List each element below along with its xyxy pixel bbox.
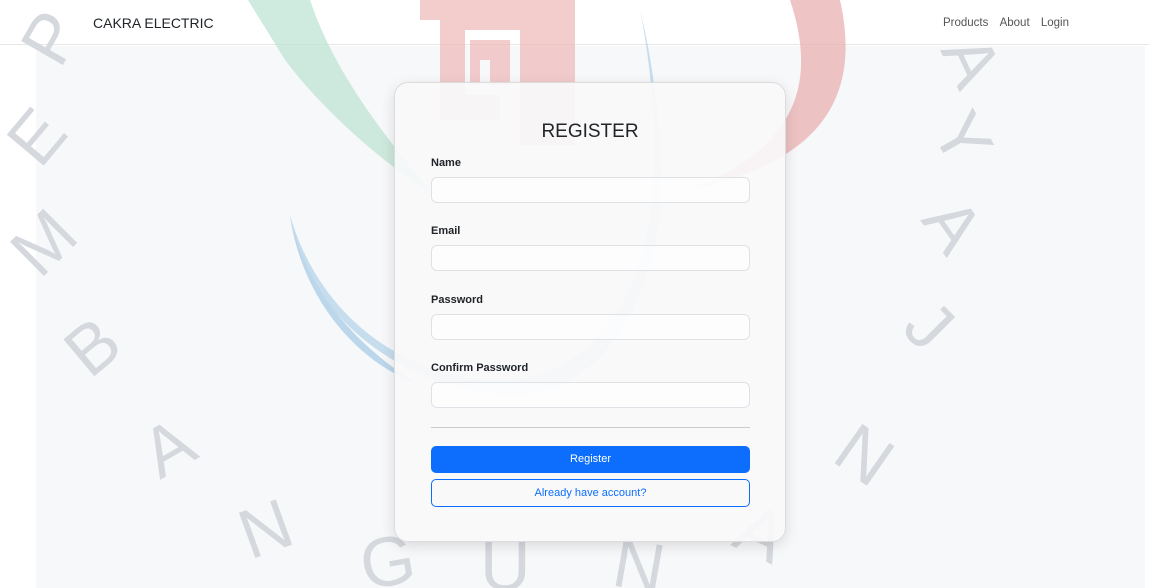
confirm-password-input[interactable] bbox=[431, 382, 750, 408]
page-title: REGISTER bbox=[541, 121, 639, 142]
register-card: REGISTER Name Email Password Confirm Pas… bbox=[394, 82, 786, 542]
nav-products-link[interactable]: Products bbox=[943, 17, 988, 29]
email-input[interactable] bbox=[431, 245, 750, 271]
nav-login-link[interactable]: Login bbox=[1041, 17, 1069, 29]
confirm-password-label: Confirm Password bbox=[431, 362, 529, 374]
already-have-account-button[interactable]: Already have account? bbox=[431, 479, 750, 507]
register-button[interactable]: Register bbox=[431, 446, 750, 473]
nav-links: Products About Login bbox=[935, 17, 1069, 29]
password-label: Password bbox=[431, 294, 483, 306]
name-input[interactable] bbox=[431, 177, 750, 203]
name-label: Name bbox=[431, 157, 461, 169]
password-input[interactable] bbox=[431, 314, 750, 340]
navbar: CAKRA ELECTRIC Products About Login bbox=[0, 0, 1149, 45]
brand-logo[interactable]: CAKRA ELECTRIC bbox=[93, 15, 214, 31]
email-label: Email bbox=[431, 225, 461, 237]
form-divider bbox=[431, 427, 750, 428]
nav-about-link[interactable]: About bbox=[1000, 17, 1030, 29]
